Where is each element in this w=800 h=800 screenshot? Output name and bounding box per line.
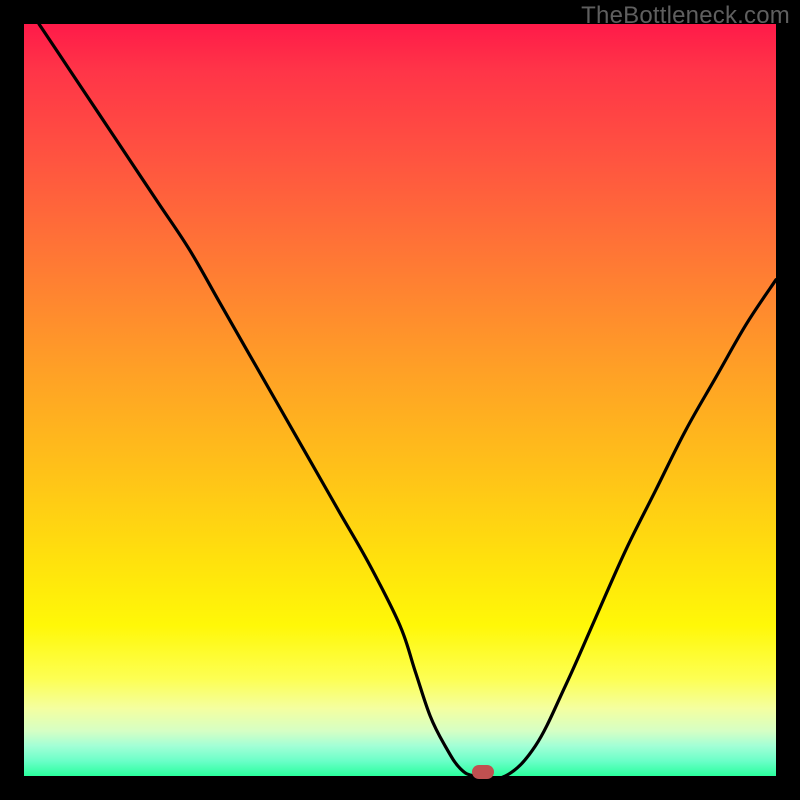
chart-frame: TheBottleneck.com [0,0,800,800]
optimum-marker [472,765,494,779]
plot-area [24,24,776,776]
watermark-text: TheBottleneck.com [581,2,790,30]
bottleneck-curve [24,24,776,776]
